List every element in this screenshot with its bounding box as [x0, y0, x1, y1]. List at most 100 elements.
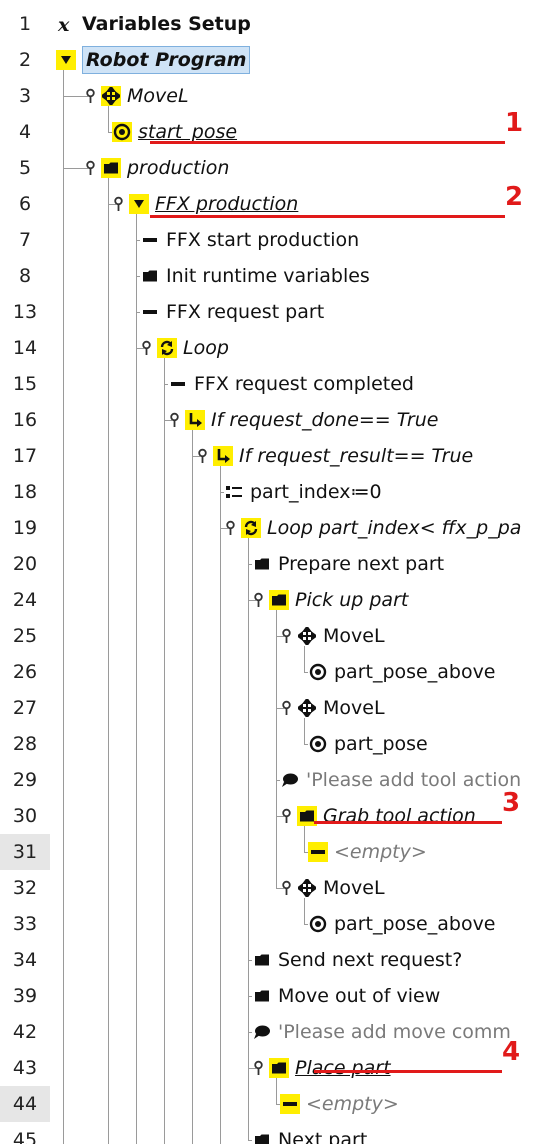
tree-node[interactable]: FFX start production [140, 222, 359, 258]
tree-node[interactable]: 'Please add tool action [280, 762, 521, 798]
tree-node[interactable]: start_pose [112, 114, 237, 150]
tree-row[interactable]: 32 MoveL [0, 870, 541, 906]
tree-node[interactable]: Loop part_index< ffx_p_pa [224, 510, 521, 546]
node-label[interactable]: If request_done== True [211, 402, 438, 438]
expand-toggle-icon[interactable] [84, 158, 97, 178]
node-label[interactable]: 'Please add move comm [278, 1014, 511, 1050]
tree-node[interactable]: If request_result== True [196, 438, 473, 474]
tree-row[interactable]: 27 MoveL [0, 690, 541, 726]
expand-toggle-icon[interactable] [280, 878, 293, 898]
expand-toggle-icon[interactable] [140, 338, 153, 358]
node-label[interactable]: Send next request? [278, 942, 462, 978]
tree-row[interactable]: 4 start_pose [0, 114, 541, 150]
tree-node[interactable]: 'Please add move comm [252, 1014, 511, 1050]
tree-row[interactable]: 15 FFX request completed [0, 366, 541, 402]
expand-toggle-icon[interactable] [112, 194, 125, 214]
tree-row[interactable]: 25 MoveL [0, 618, 541, 654]
tree-node[interactable]: If request_done== True [168, 402, 438, 438]
tree-row[interactable]: 26 part_pose_above [0, 654, 541, 690]
tree-row[interactable]: 18 part_index≔0 [0, 474, 541, 510]
node-label[interactable]: MoveL [127, 78, 189, 114]
tree-node[interactable]: part_pose_above [308, 654, 496, 690]
tree-row[interactable]: 2 Robot Program [0, 42, 541, 78]
tree-node[interactable]: <empty> [308, 834, 427, 870]
node-label[interactable]: MoveL [323, 870, 385, 906]
tree-row[interactable]: 28 part_pose [0, 726, 541, 762]
tree-row[interactable]: 43 Place part [0, 1050, 541, 1086]
tree-node[interactable]: Prepare next part [252, 546, 444, 582]
node-label[interactable]: Prepare next part [278, 546, 444, 582]
tree-node[interactable]: Init runtime variables [140, 258, 370, 294]
tree-row[interactable]: 17 If request_result== True [0, 438, 541, 474]
node-label[interactable]: production [127, 150, 229, 186]
tree-row[interactable]: 14 Loop [0, 330, 541, 366]
expand-toggle-icon[interactable] [168, 410, 181, 430]
tree-node[interactable]: part_index≔0 [224, 474, 382, 510]
node-label[interactable]: Loop part_index< ffx_p_pa [267, 510, 521, 546]
node-label[interactable]: Next part [278, 1122, 367, 1144]
tree-row[interactable]: 29 'Please add tool action [0, 762, 541, 798]
tree-node[interactable]: Robot Program [56, 42, 251, 78]
expand-toggle-icon[interactable] [252, 590, 265, 610]
tree-node[interactable]: part_pose [308, 726, 428, 762]
node-label[interactable]: FFX start production [166, 222, 359, 258]
tree-node[interactable]: MoveL [280, 618, 385, 654]
node-label[interactable]: FFX request part [166, 294, 324, 330]
node-label[interactable]: Move out of view [278, 978, 440, 1014]
tree-row[interactable]: 44 <empty> [0, 1086, 541, 1122]
expand-toggle-icon[interactable] [280, 806, 293, 826]
tree-node[interactable]: MoveL [84, 78, 189, 114]
tree-row[interactable]: 24 Pick up part [0, 582, 541, 618]
tree-row[interactable]: 34 Send next request? [0, 942, 541, 978]
tree-node[interactable]: Grab tool action [280, 798, 476, 834]
tree-row[interactable]: 45 Next part [0, 1122, 541, 1144]
node-label[interactable]: 'Please add tool action [306, 762, 521, 798]
tree-node[interactable]: Loop [140, 330, 229, 366]
tree-row[interactable]: 39 Move out of view [0, 978, 541, 1014]
expand-toggle-icon[interactable] [280, 698, 293, 718]
tree-row[interactable]: 19 Loop part_index< ffx_p_pa [0, 510, 541, 546]
tree-row[interactable]: 31 <empty> [0, 834, 541, 870]
node-label[interactable]: MoveL [323, 690, 385, 726]
node-label[interactable]: If request_result== True [239, 438, 473, 474]
tree-node[interactable]: MoveL [280, 690, 385, 726]
tree-row[interactable]: 8 Init runtime variables [0, 258, 541, 294]
tree-node[interactable]: part_pose_above [308, 906, 496, 942]
node-label[interactable]: part_pose_above [334, 906, 496, 942]
tree-row[interactable]: 30 Grab tool action [0, 798, 541, 834]
expand-toggle-icon[interactable] [252, 1058, 265, 1078]
node-label[interactable]: Init runtime variables [166, 258, 370, 294]
tree-row[interactable]: 20 Prepare next part [0, 546, 541, 582]
tree-row[interactable]: 13 FFX request part [0, 294, 541, 330]
node-label[interactable]: <empty> [334, 834, 427, 870]
tree-node[interactable]: Send next request? [252, 942, 462, 978]
node-label[interactable]: FFX request completed [194, 366, 414, 402]
node-label[interactable]: Grab tool action [323, 798, 476, 834]
node-label[interactable]: part_pose [334, 726, 428, 762]
tree-node[interactable]: FFX request completed [168, 366, 414, 402]
tree-node[interactable]: Next part [252, 1122, 367, 1144]
tree-node[interactable]: Move out of view [252, 978, 440, 1014]
tree-row[interactable]: 5 production [0, 150, 541, 186]
tree-node[interactable]: Pick up part [252, 582, 408, 618]
tree-row[interactable]: 33 part_pose_above [0, 906, 541, 942]
tree-row[interactable]: 3 MoveL [0, 78, 541, 114]
node-label[interactable]: Loop [183, 330, 229, 366]
node-label[interactable]: <empty> [306, 1086, 399, 1122]
tree-node[interactable]: <empty> [280, 1086, 399, 1122]
expand-toggle-icon[interactable] [280, 626, 293, 646]
tree-node[interactable]: production [84, 150, 229, 186]
node-label[interactable]: part_pose_above [334, 654, 496, 690]
node-label[interactable]: MoveL [323, 618, 385, 654]
expand-toggle-icon[interactable] [224, 518, 237, 538]
tree-row[interactable]: 16 If request_done== True [0, 402, 541, 438]
tree-row[interactable]: 7 FFX start production [0, 222, 541, 258]
expand-toggle-icon[interactable] [84, 86, 97, 106]
node-label[interactable]: Robot Program [82, 46, 251, 74]
expand-toggle-icon[interactable] [196, 446, 209, 466]
tree-row[interactable]: 42 'Please add move comm [0, 1014, 541, 1050]
node-label[interactable]: part_index≔0 [250, 474, 382, 510]
node-label[interactable]: Pick up part [295, 582, 408, 618]
tree-node[interactable]: Place part [252, 1050, 391, 1086]
tree-node[interactable]: FFX request part [140, 294, 324, 330]
